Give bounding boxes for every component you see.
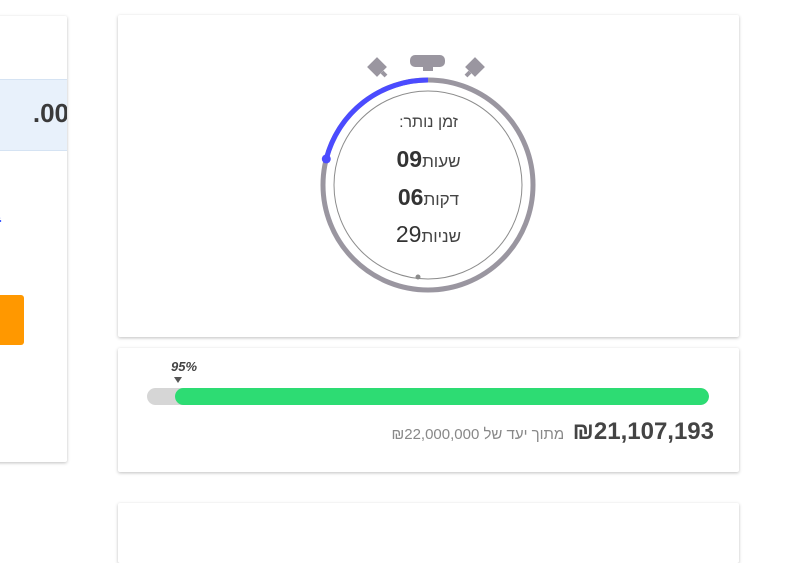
next-card xyxy=(118,503,739,563)
amount-display[interactable]: .00 xyxy=(0,79,67,151)
hours-value: 09 xyxy=(396,146,423,172)
donate-button[interactable] xyxy=(0,295,24,345)
progress-percent: 95% xyxy=(171,359,198,374)
hours-unit: שעות xyxy=(422,152,461,171)
hours-row: שעות09 xyxy=(318,146,539,173)
progress-bar-fill xyxy=(175,388,709,405)
amount-value: .00 xyxy=(32,98,67,128)
progress-bar xyxy=(147,388,709,405)
donation-form-card: .00 2 xyxy=(0,16,67,462)
raised-summary: ₪21,107,193 מתוך יעד של ₪22,000,000 xyxy=(391,418,714,446)
raised-amount: ₪21,107,193 xyxy=(572,418,714,445)
seconds-row: שניות29 xyxy=(318,221,539,248)
seconds-unit: שניות xyxy=(421,227,462,246)
minutes-unit: דקות xyxy=(423,190,460,209)
minutes-row: דקות06 xyxy=(318,184,539,211)
link[interactable]: 2 xyxy=(0,202,1,225)
stopwatch-icon xyxy=(320,55,536,293)
remaining-label: זמן נותר: xyxy=(399,114,458,131)
progress-marker-icon xyxy=(174,377,182,383)
fundraising-progress-card: 95% ₪21,107,193 מתוך יעד של ₪22,000,000 xyxy=(118,348,739,472)
countdown-card: זמן נותר: שעות09 דקות06 שניות29 xyxy=(118,15,739,337)
seconds-value: 29 xyxy=(395,221,422,247)
goal-text: מתוך יעד של ₪22,000,000 xyxy=(391,426,565,443)
minutes-value: 06 xyxy=(397,184,424,210)
